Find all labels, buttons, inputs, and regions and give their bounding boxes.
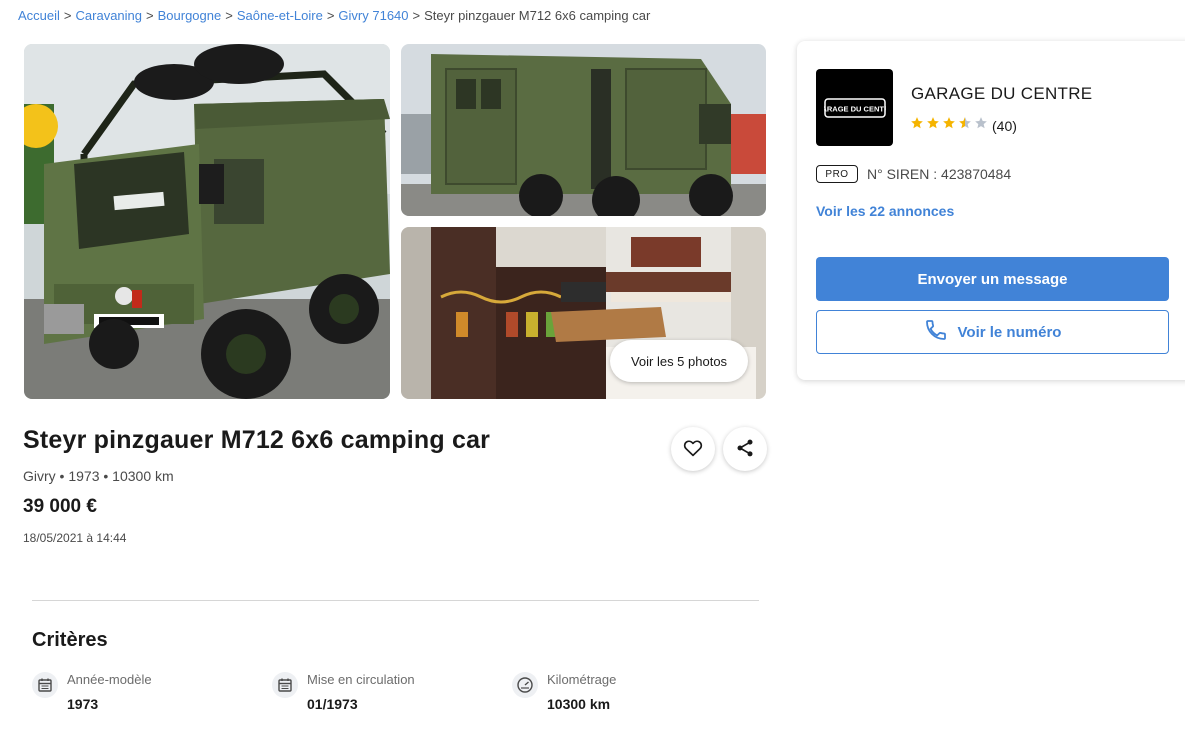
calendar-icon — [32, 672, 58, 698]
breadcrumb-separator: > — [146, 8, 154, 23]
criterion-label: Kilométrage — [547, 672, 617, 687]
breadcrumb-separator: > — [326, 8, 335, 23]
see-all-photos-button[interactable]: Voir les 5 photos — [610, 340, 748, 382]
siren-number: N° SIREN : 423870484 — [867, 166, 1012, 182]
breadcrumb-region[interactable]: Bourgogne — [158, 8, 222, 23]
breadcrumb-separator: > — [225, 8, 233, 23]
section-divider — [32, 600, 759, 601]
criterion-label: Mise en circulation — [307, 672, 415, 687]
calendar-icon — [272, 672, 298, 698]
side-photo[interactable] — [401, 44, 766, 216]
show-phone-button[interactable]: Voir le numéro — [816, 310, 1169, 354]
breadcrumb-city[interactable]: Givry 71640 — [338, 8, 408, 23]
favorite-button[interactable] — [671, 427, 715, 471]
main-photo[interactable] — [24, 44, 390, 399]
seller-name[interactable]: GARAGE DU CENTRE — [911, 84, 1092, 104]
criterion-value: 10300 km — [547, 696, 611, 712]
heart-icon — [683, 439, 703, 460]
star-full-icon — [942, 116, 958, 135]
star-full-icon — [910, 116, 926, 135]
review-count: (40) — [992, 117, 1017, 134]
seller-logo[interactable]: GARAGE DU CENTRE — [816, 69, 893, 146]
phone-icon — [924, 318, 958, 346]
listing-meta: Givry • 1973 • 10300 km — [23, 468, 174, 484]
criterion-value: 01/1973 — [307, 696, 358, 712]
criteria-title: Critères — [32, 629, 108, 651]
pro-badge: PRO — [816, 165, 858, 183]
seller-logo-text: GARAGE DU CENTRE — [824, 104, 886, 113]
breadcrumb-home[interactable]: Accueil — [18, 8, 60, 23]
send-message-button[interactable]: Envoyer un message — [816, 257, 1169, 301]
show-phone-label: Voir le numéro — [957, 323, 1062, 341]
breadcrumb: Accueil > Caravaning > Bourgogne > Saône-et-Lo… — [18, 8, 650, 23]
odometer-icon — [512, 672, 538, 698]
star-half-icon — [958, 116, 974, 135]
share-icon — [735, 438, 755, 461]
listing-date: 18/05/2021 à 14:44 — [23, 531, 127, 545]
listing-price: 39 000 € — [23, 496, 97, 517]
breadcrumb-current: Steyr pinzgauer M712 6x6 camping car — [424, 8, 651, 23]
listing-title: Steyr pinzgauer M712 6x6 camping car — [23, 426, 491, 454]
breadcrumb-separator: > — [412, 8, 421, 23]
share-button[interactable] — [723, 427, 767, 471]
criterion-label: Année-modèle — [67, 672, 152, 687]
see-all-ads-link[interactable]: Voir les 22 annonces — [816, 203, 954, 219]
breadcrumb-caravaning[interactable]: Caravaning — [76, 8, 143, 23]
seller-rating[interactable]: (40) — [910, 116, 1017, 135]
star-empty-icon — [974, 116, 990, 135]
breadcrumb-separator: > — [63, 8, 72, 23]
star-full-icon — [926, 116, 942, 135]
breadcrumb-department[interactable]: Saône-et-Loire — [237, 8, 323, 23]
criterion-value: 1973 — [67, 696, 99, 712]
seller-card: GARAGE DU CENTRE GARAGE DU CENTRE (40) P… — [797, 41, 1185, 380]
